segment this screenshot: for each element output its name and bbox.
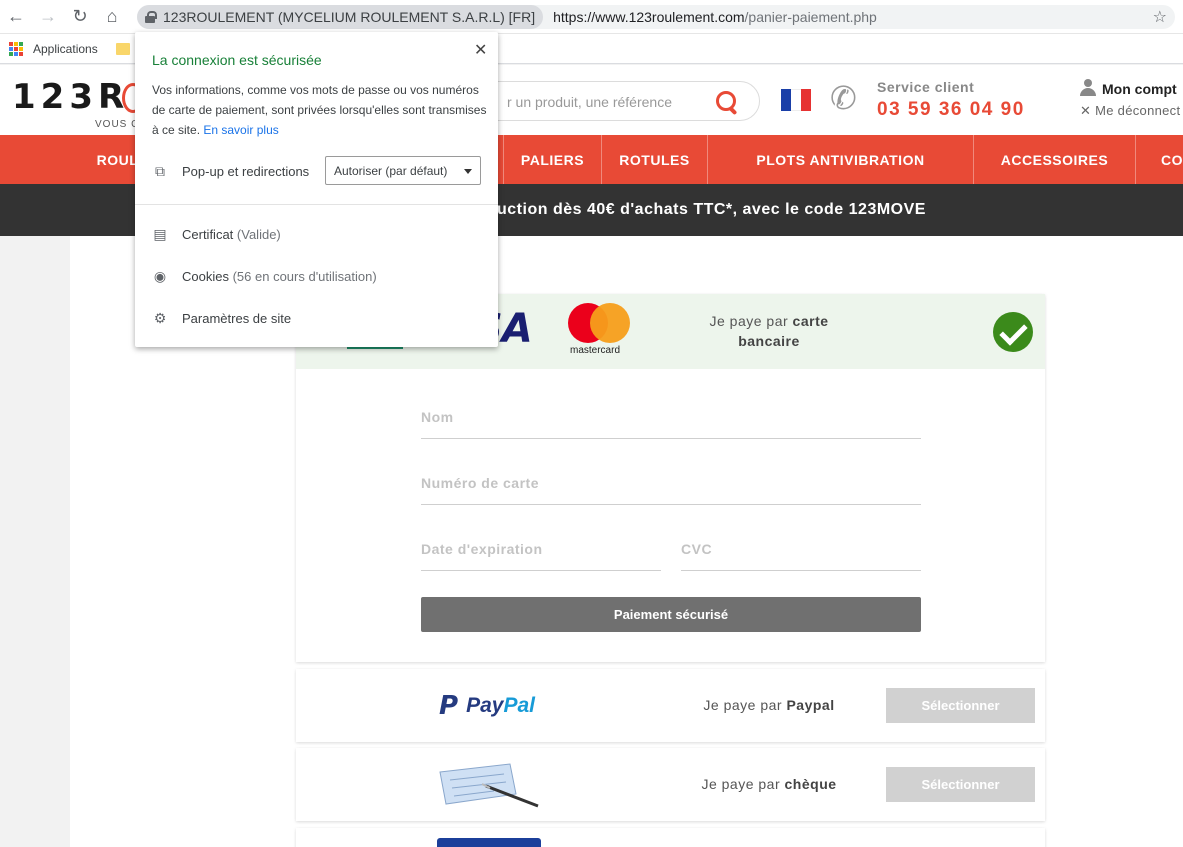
nav-item-accessoires[interactable]: ACCESSOIRES (973, 135, 1135, 184)
home-icon[interactable]: ⌂ (96, 0, 128, 34)
logout-link[interactable]: ✕ Me déconnect (1080, 103, 1180, 119)
address-bar[interactable]: 123ROULEMENT (MYCELIUM ROULEMENT S.A.R.L… (137, 5, 1175, 29)
card-payment-option: SA mastercard Je paye par carte bancaire… (296, 294, 1045, 662)
learn-more-link[interactable]: En savoir plus (203, 123, 278, 137)
close-icon[interactable]: ✕ (474, 40, 488, 59)
select-cheque-button[interactable]: Sélectionner (886, 767, 1035, 802)
cheque-icon (439, 763, 539, 808)
site-identity-chip[interactable]: 123ROULEMENT (MYCELIUM ROULEMENT S.A.R.L… (137, 5, 544, 29)
service-client-label: Service client (877, 79, 975, 95)
expiry-field[interactable]: Date d'expiration (421, 531, 661, 571)
url-text[interactable]: https://www.123roulement.com/panier-paie… (553, 9, 877, 25)
phone-icon: ✆ (830, 80, 857, 116)
popup-title: La connexion est sécurisée (152, 52, 322, 68)
paypal-icon: P (439, 691, 459, 721)
cookie-icon: ◉ (153, 268, 167, 284)
certificate-icon: ▤ (153, 226, 167, 242)
forward-icon[interactable]: → (32, 0, 64, 34)
paypal-payment-label: Je paye par Paypal (703, 697, 835, 713)
card-payment-label: Je paye par carte bancaire (709, 313, 829, 349)
tagline: VOUS C (95, 119, 140, 130)
nav-item-rotules[interactable]: ROTULES (601, 135, 707, 184)
cheque-payment-label: Je paye par chèque (701, 776, 837, 792)
user-icon (1080, 79, 1096, 97)
certificate-row[interactable]: ▤ Certificat (Valide) (152, 226, 280, 242)
cookies-row[interactable]: ◉ Cookies (56 en cours d'utilisation) (152, 268, 377, 284)
popups-setting-row: ⧉ Pop-up et redirections (152, 163, 309, 179)
lock-icon (145, 11, 157, 23)
browser-toolbar: ← → ↻ ⌂ 123ROULEMENT (MYCELIUM ROULEMENT… (0, 0, 1183, 34)
nav-item-plots-antivibration[interactable]: PLOTS ANTIVIBRATION (707, 135, 973, 184)
popup-divider (135, 204, 498, 205)
cvc-field[interactable]: CVC (681, 531, 921, 571)
mastercard-logo: mastercard (566, 303, 632, 356)
nav-item-more[interactable]: COU (1135, 135, 1183, 184)
paypal-logo: P Pay Pal (439, 691, 535, 721)
payment-logo-fragment (437, 838, 541, 847)
service-client-phone[interactable]: 03 59 36 04 90 (877, 99, 1025, 121)
folder-icon[interactable] (115, 42, 130, 55)
site-logo[interactable]: 123R (12, 77, 129, 117)
cheque-payment-option: Je paye par chèque Sélectionner (296, 748, 1045, 821)
popups-select[interactable]: Autoriser (par défaut) (325, 156, 481, 185)
name-field[interactable]: Nom (421, 399, 921, 439)
select-paypal-button[interactable]: Sélectionner (886, 688, 1035, 723)
french-flag-icon[interactable] (781, 89, 811, 111)
next-payment-option[interactable] (296, 828, 1045, 847)
search-placeholder: r un produit, une référence (507, 94, 672, 110)
back-icon[interactable]: ← (0, 0, 32, 34)
search-input[interactable]: r un produit, une référence (470, 81, 760, 121)
external-link-icon: ⧉ (155, 163, 165, 179)
site-settings-row[interactable]: ⚙ Paramètres de site (152, 310, 291, 326)
apps-grid-icon (9, 41, 23, 56)
card-number-field[interactable]: Numéro de carte (421, 465, 921, 505)
gear-icon: ⚙ (153, 310, 167, 326)
reload-icon[interactable]: ↻ (64, 0, 96, 34)
bookmark-star-icon[interactable]: ☆ (1153, 7, 1167, 27)
bookmark-apps[interactable]: Applications (33, 42, 98, 56)
secure-payment-button[interactable]: Paiement sécurisé (421, 597, 921, 632)
nav-item-paliers[interactable]: PALIERS (503, 135, 601, 184)
popup-description: Vos informations, comme vos mots de pass… (152, 83, 487, 137)
check-circle-icon (993, 312, 1033, 352)
promo-text: uction dès 40€ d'achats TTC*, avec le co… (497, 201, 926, 218)
search-icon[interactable] (715, 90, 739, 114)
paypal-payment-option: P Pay Pal Je paye par Paypal Sélectionner (296, 669, 1045, 742)
account-link[interactable]: Mon compt (1102, 81, 1177, 97)
site-identity-text: 123ROULEMENT (MYCELIUM ROULEMENT S.A.R.L… (163, 9, 536, 25)
site-info-popup: La connexion est sécurisée ✕ Vos informa… (135, 32, 498, 347)
chevron-down-icon (464, 169, 472, 174)
